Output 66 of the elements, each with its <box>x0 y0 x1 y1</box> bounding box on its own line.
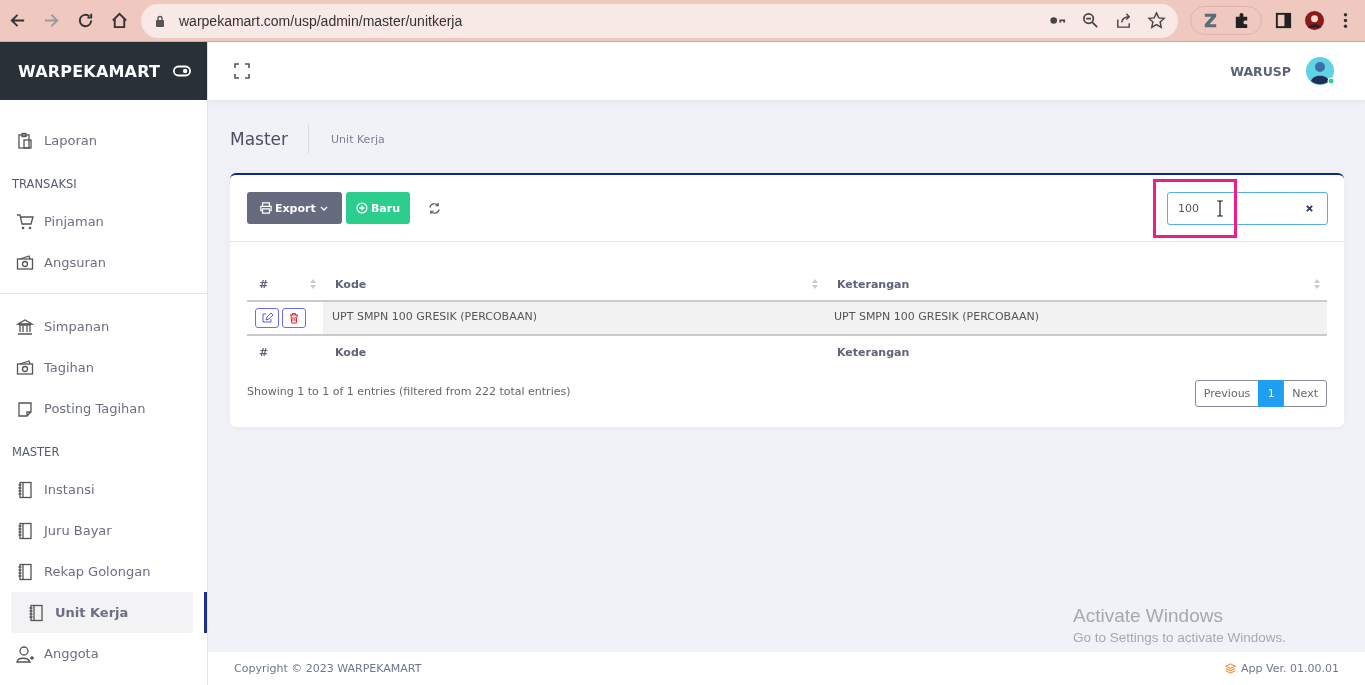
home-icon[interactable] <box>110 11 129 30</box>
sidebar-item[interactable]: Posting Tagihan <box>0 388 193 429</box>
menu-section-label: MASTER <box>11 444 61 461</box>
zoom-out-icon[interactable] <box>1081 11 1100 30</box>
sidebar-item[interactable]: Simpanan <box>0 306 193 347</box>
user-add-icon <box>16 644 34 663</box>
sidebar-item[interactable]: Instansi <box>0 469 193 510</box>
column-footer: # <box>247 335 323 369</box>
fullscreen-icon[interactable] <box>234 63 250 79</box>
refresh-icon[interactable] <box>428 201 441 215</box>
layers-icon <box>1225 663 1237 674</box>
side-panel-icon[interactable] <box>1274 11 1293 30</box>
reload-icon[interactable] <box>76 11 95 30</box>
breadcrumb-item: Unit Kerja <box>330 132 385 146</box>
share-icon[interactable] <box>1114 11 1133 30</box>
trash-icon <box>288 312 300 324</box>
activation-notice-title: Activate Windows <box>1073 605 1224 627</box>
app-version: App Ver. 01.00.01 <box>1241 662 1339 675</box>
back-arrow-icon[interactable] <box>8 11 27 30</box>
plus-circle-icon <box>356 202 368 214</box>
delete-button[interactable] <box>282 308 306 328</box>
table-cell: UPT SMPN 100 GRESIK (PERCOBAAN) <box>323 301 825 335</box>
sidebar-item[interactable]: Juru Bayar <box>0 510 193 551</box>
menu-section-label: TRANSAKSI <box>11 176 78 193</box>
lock-icon <box>155 14 165 27</box>
activation-notice-message: Go to Settings to activate Windows. <box>1073 630 1287 645</box>
column-footer: Keterangan <box>825 335 1327 369</box>
page-link[interactable]: 1 <box>1258 380 1285 407</box>
clear-icon[interactable] <box>1305 203 1314 213</box>
copyright-text: Copyright © 2023 WARPEKAMART <box>234 662 422 675</box>
note-icon <box>16 399 34 418</box>
sidebar-item[interactable]: Laporan <box>0 120 193 161</box>
notebook-icon <box>16 562 34 581</box>
star-icon[interactable] <box>1147 11 1166 30</box>
column-footer: Kode <box>323 335 825 369</box>
profile-avatar-icon[interactable] <box>1305 11 1324 30</box>
user-avatar-icon[interactable] <box>1305 56 1335 86</box>
page-title: Master <box>230 124 310 154</box>
sidebar-item[interactable]: Rekap Golongan <box>0 551 193 592</box>
brand-logo-text: WARPEKAMART <box>18 61 162 81</box>
address-bar[interactable]: warpekamart.com/usp/admin/master/unitkerja <box>141 3 1178 38</box>
edit-icon <box>261 312 273 324</box>
cart-icon <box>16 212 34 231</box>
entries-info: Showing 1 to 1 of 1 entries (filtered from 222 total entries) <box>247 384 571 398</box>
toggle-icon[interactable] <box>173 65 191 77</box>
sidebar-item[interactable]: Angsuran <box>0 242 193 283</box>
edit-button[interactable] <box>255 308 279 328</box>
user-name[interactable]: WARUSP <box>1230 63 1291 79</box>
url-text: warpekamart.com/usp/admin/master/unitkerja <box>179 12 463 29</box>
search-field[interactable]: 100 <box>1167 191 1328 225</box>
text-cursor-icon <box>1216 199 1224 217</box>
bank-icon <box>16 317 34 336</box>
sidebar-item[interactable]: Pinjaman <box>0 201 193 242</box>
notebook-icon <box>27 603 45 622</box>
cash-icon <box>16 358 34 377</box>
cash-icon <box>16 253 34 272</box>
notebook-icon <box>16 480 34 499</box>
printer-icon <box>260 202 272 214</box>
page-link[interactable]: Previous <box>1194 380 1260 407</box>
table-cell: UPT SMPN 100 GRESIK (PERCOBAAN) <box>825 301 1327 335</box>
notebook-icon <box>16 521 34 540</box>
export-button[interactable]: Export <box>247 192 342 224</box>
sidebar-item[interactable]: Tagihan <box>0 347 193 388</box>
sidebar-item[interactable]: Anggota <box>0 633 193 674</box>
clipboard-icon <box>16 131 34 150</box>
page-link[interactable]: Next <box>1283 380 1327 407</box>
